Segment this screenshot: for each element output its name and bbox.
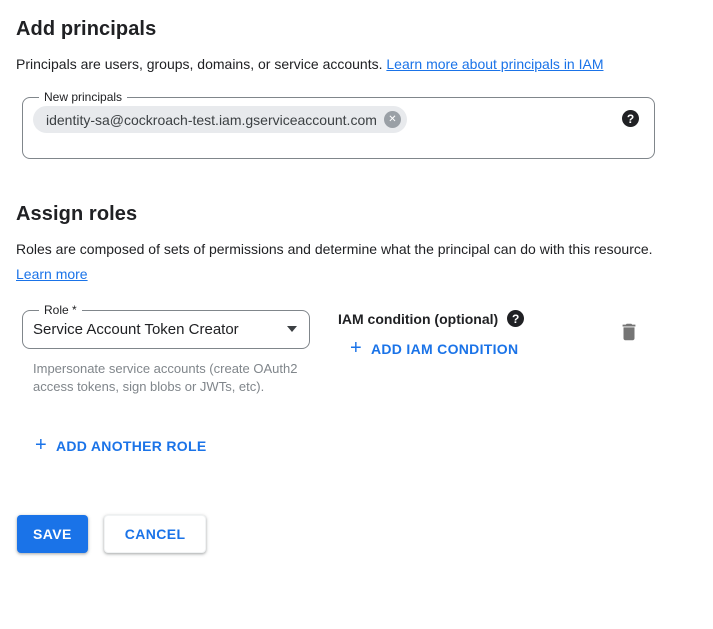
chip-close-icon[interactable]: ✕ [384, 111, 401, 128]
role-select-inner: Service Account Token Creator [33, 315, 297, 343]
add-another-role-label: ADD ANOTHER ROLE [56, 438, 207, 454]
delete-role-button[interactable] [618, 321, 640, 346]
learn-more-principals-link[interactable]: Learn more about principals in IAM [386, 56, 603, 72]
plus-icon: + [35, 435, 47, 455]
add-principals-description-text: Principals are users, groups, domains, o… [16, 56, 383, 72]
add-another-role-button[interactable]: + ADD ANOTHER ROLE [35, 437, 207, 455]
role-column: Role * Service Account Token Creator Imp… [16, 303, 310, 396]
delete-role-column [618, 303, 640, 348]
iam-condition-help-icon[interactable]: ? [507, 310, 524, 327]
add-iam-condition-button[interactable]: + ADD IAM CONDITION [350, 340, 518, 358]
new-principals-label: New principals [39, 90, 127, 104]
assign-roles-title: Assign roles [16, 203, 697, 226]
cancel-button[interactable]: CANCEL [104, 515, 207, 553]
assign-roles-description: Roles are composed of sets of permission… [16, 237, 678, 287]
role-select[interactable]: Role * Service Account Token Creator [22, 303, 310, 349]
principal-chip-label: identity-sa@cockroach-test.iam.gservicea… [46, 112, 377, 128]
iam-condition-label-row: IAM condition (optional) ? [338, 310, 524, 327]
new-principals-field[interactable]: New principals identity-sa@cockroach-tes… [22, 90, 655, 159]
add-iam-condition-label: ADD IAM CONDITION [371, 341, 518, 357]
footer-actions: SAVE CANCEL [17, 515, 697, 553]
plus-icon: + [350, 338, 362, 358]
iam-condition-label: IAM condition (optional) [338, 311, 498, 327]
role-selected-value: Service Account Token Creator [33, 321, 239, 338]
role-label: Role * [39, 303, 82, 317]
principal-chip: identity-sa@cockroach-test.iam.gservicea… [33, 106, 407, 133]
assign-roles-description-text: Roles are composed of sets of permission… [16, 241, 653, 257]
add-principals-description: Principals are users, groups, domains, o… [16, 52, 678, 77]
trash-icon [618, 331, 640, 346]
chevron-down-icon [287, 326, 297, 332]
role-helper-text: Impersonate service accounts (create OAu… [33, 360, 301, 396]
save-button[interactable]: SAVE [17, 515, 88, 553]
iam-condition-column: IAM condition (optional) ? + ADD IAM CON… [338, 303, 524, 359]
principals-help-icon[interactable]: ? [622, 110, 639, 127]
learn-more-roles-link[interactable]: Learn more [16, 266, 88, 282]
add-principals-title: Add principals [16, 18, 697, 41]
role-row: Role * Service Account Token Creator Imp… [16, 303, 697, 396]
